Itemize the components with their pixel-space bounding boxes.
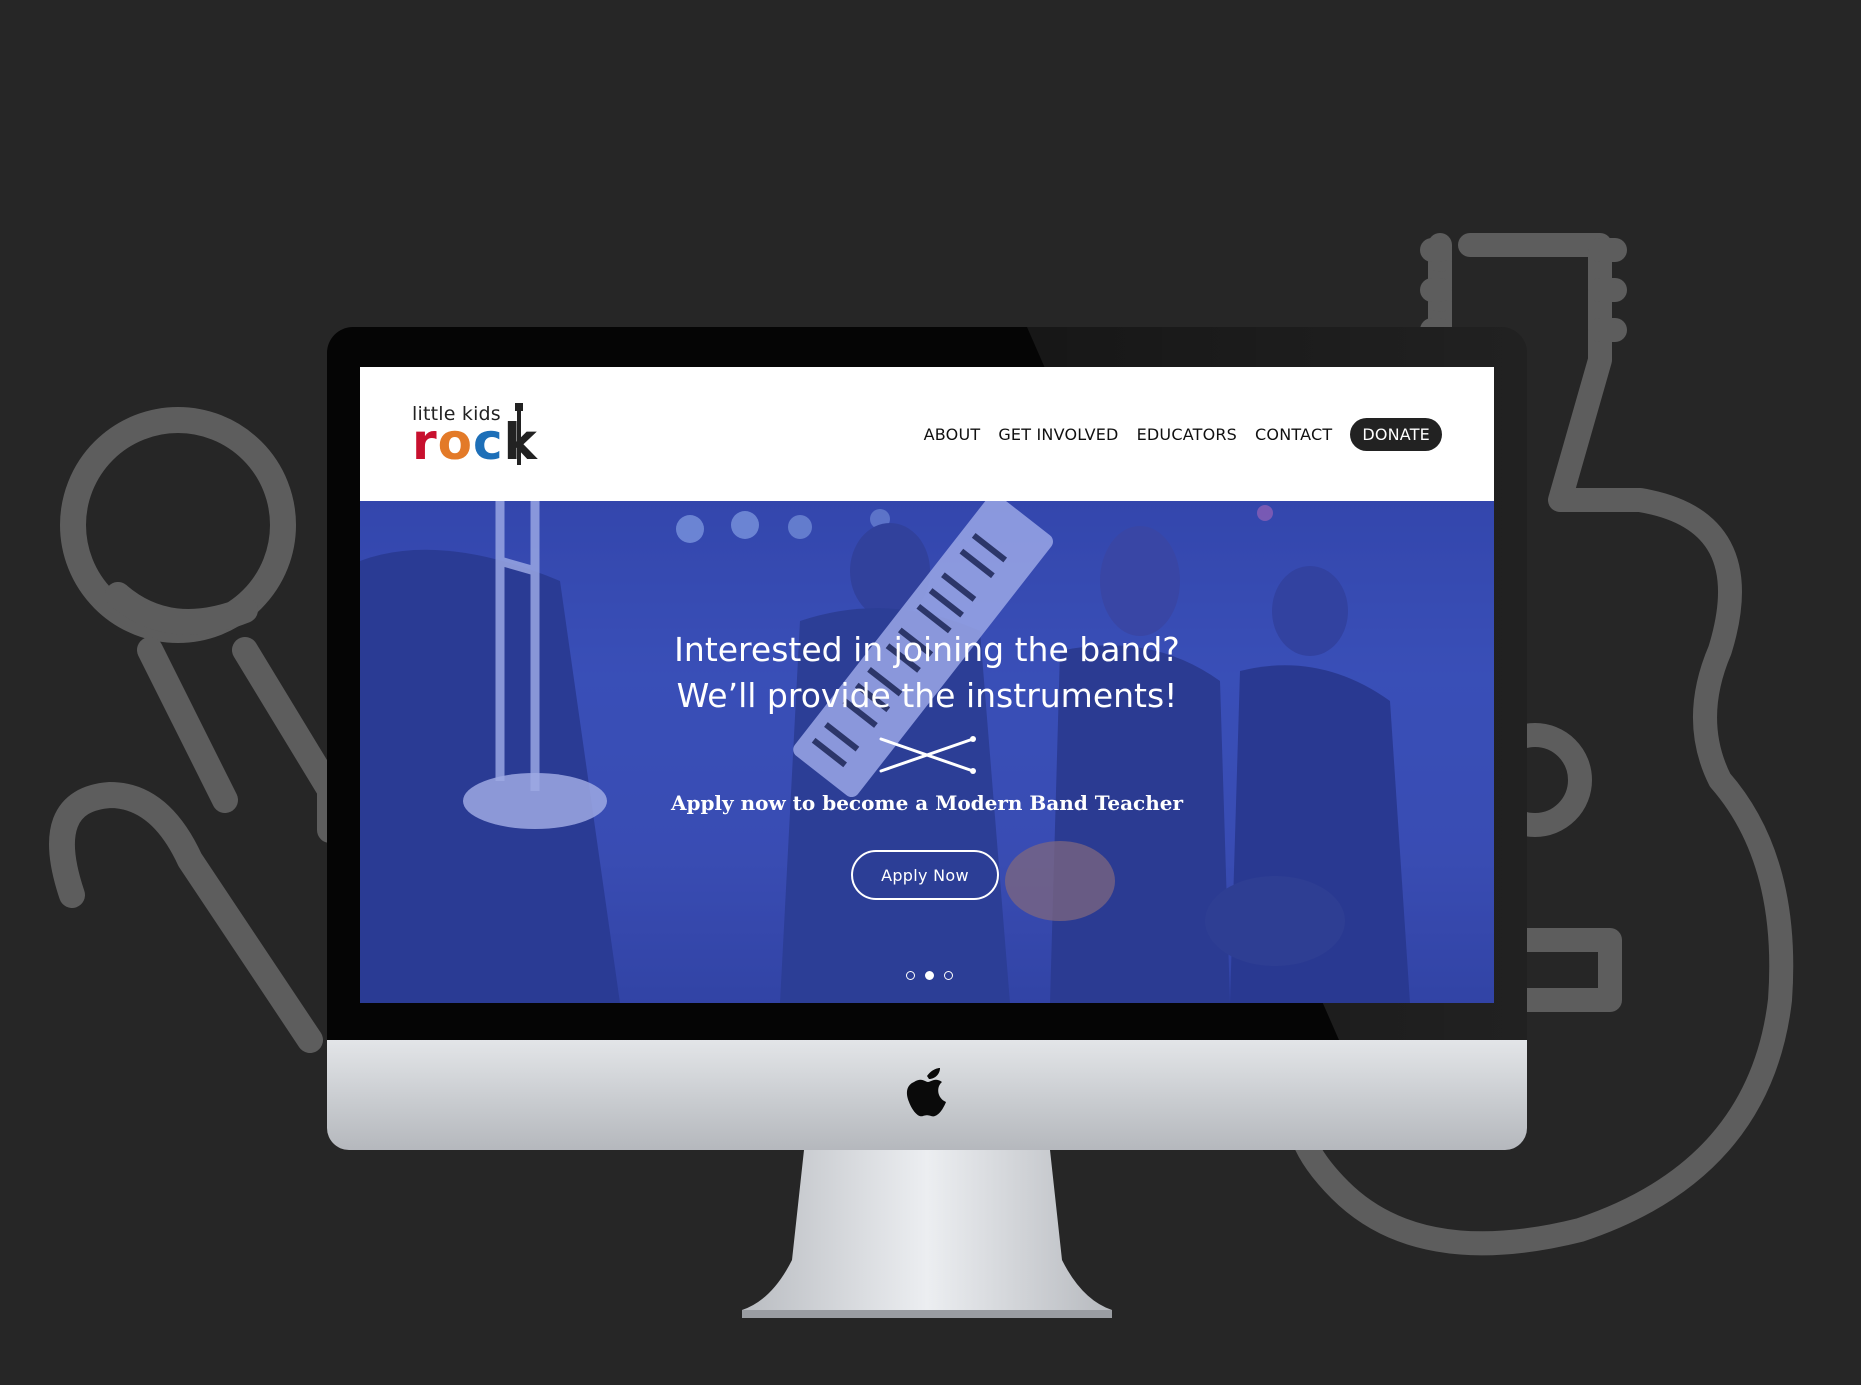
imac-stand <box>742 1150 1112 1318</box>
slider-dot-2[interactable] <box>925 971 934 980</box>
slider-dots <box>906 971 953 980</box>
nav-about[interactable]: ABOUT <box>924 425 981 444</box>
hero-subtitle: Apply now to become a Modern Band Teache… <box>670 791 1184 815</box>
site-header: little kids rock ABOUT GET INVOLVED EDUC… <box>360 367 1494 501</box>
logo-letter-r: r <box>412 413 438 471</box>
nav-contact[interactable]: CONTACT <box>1255 425 1332 444</box>
slider-dot-3[interactable] <box>944 971 953 980</box>
donate-button[interactable]: DONATE <box>1350 417 1442 451</box>
apple-logo-icon <box>906 1068 946 1117</box>
guitar-neck-icon <box>515 403 523 465</box>
hero-title: Interested in joining the band? We’ll pr… <box>360 627 1494 719</box>
hero-banner: Interested in joining the band? We’ll pr… <box>360 501 1494 1003</box>
nav-educators[interactable]: EDUCATORS <box>1137 425 1237 444</box>
microphone-icon <box>48 407 343 1053</box>
apply-now-button[interactable]: Apply Now <box>851 850 999 900</box>
nav-get-involved[interactable]: GET INVOLVED <box>998 425 1118 444</box>
slider-dot-1[interactable] <box>906 971 915 980</box>
drumsticks-icon <box>879 736 976 774</box>
main-nav: ABOUT GET INVOLVED EDUCATORS CONTACT DON… <box>924 417 1442 451</box>
hero-title-line-1: Interested in joining the band? <box>674 630 1180 669</box>
website-screen: little kids rock ABOUT GET INVOLVED EDUC… <box>360 367 1494 1003</box>
hero-title-line-2: We’ll provide the instruments! <box>676 676 1178 715</box>
little-kids-rock-logo[interactable]: little kids rock <box>412 403 552 473</box>
logo-letter-c: c <box>473 413 504 471</box>
logo-letter-o: o <box>437 413 474 471</box>
